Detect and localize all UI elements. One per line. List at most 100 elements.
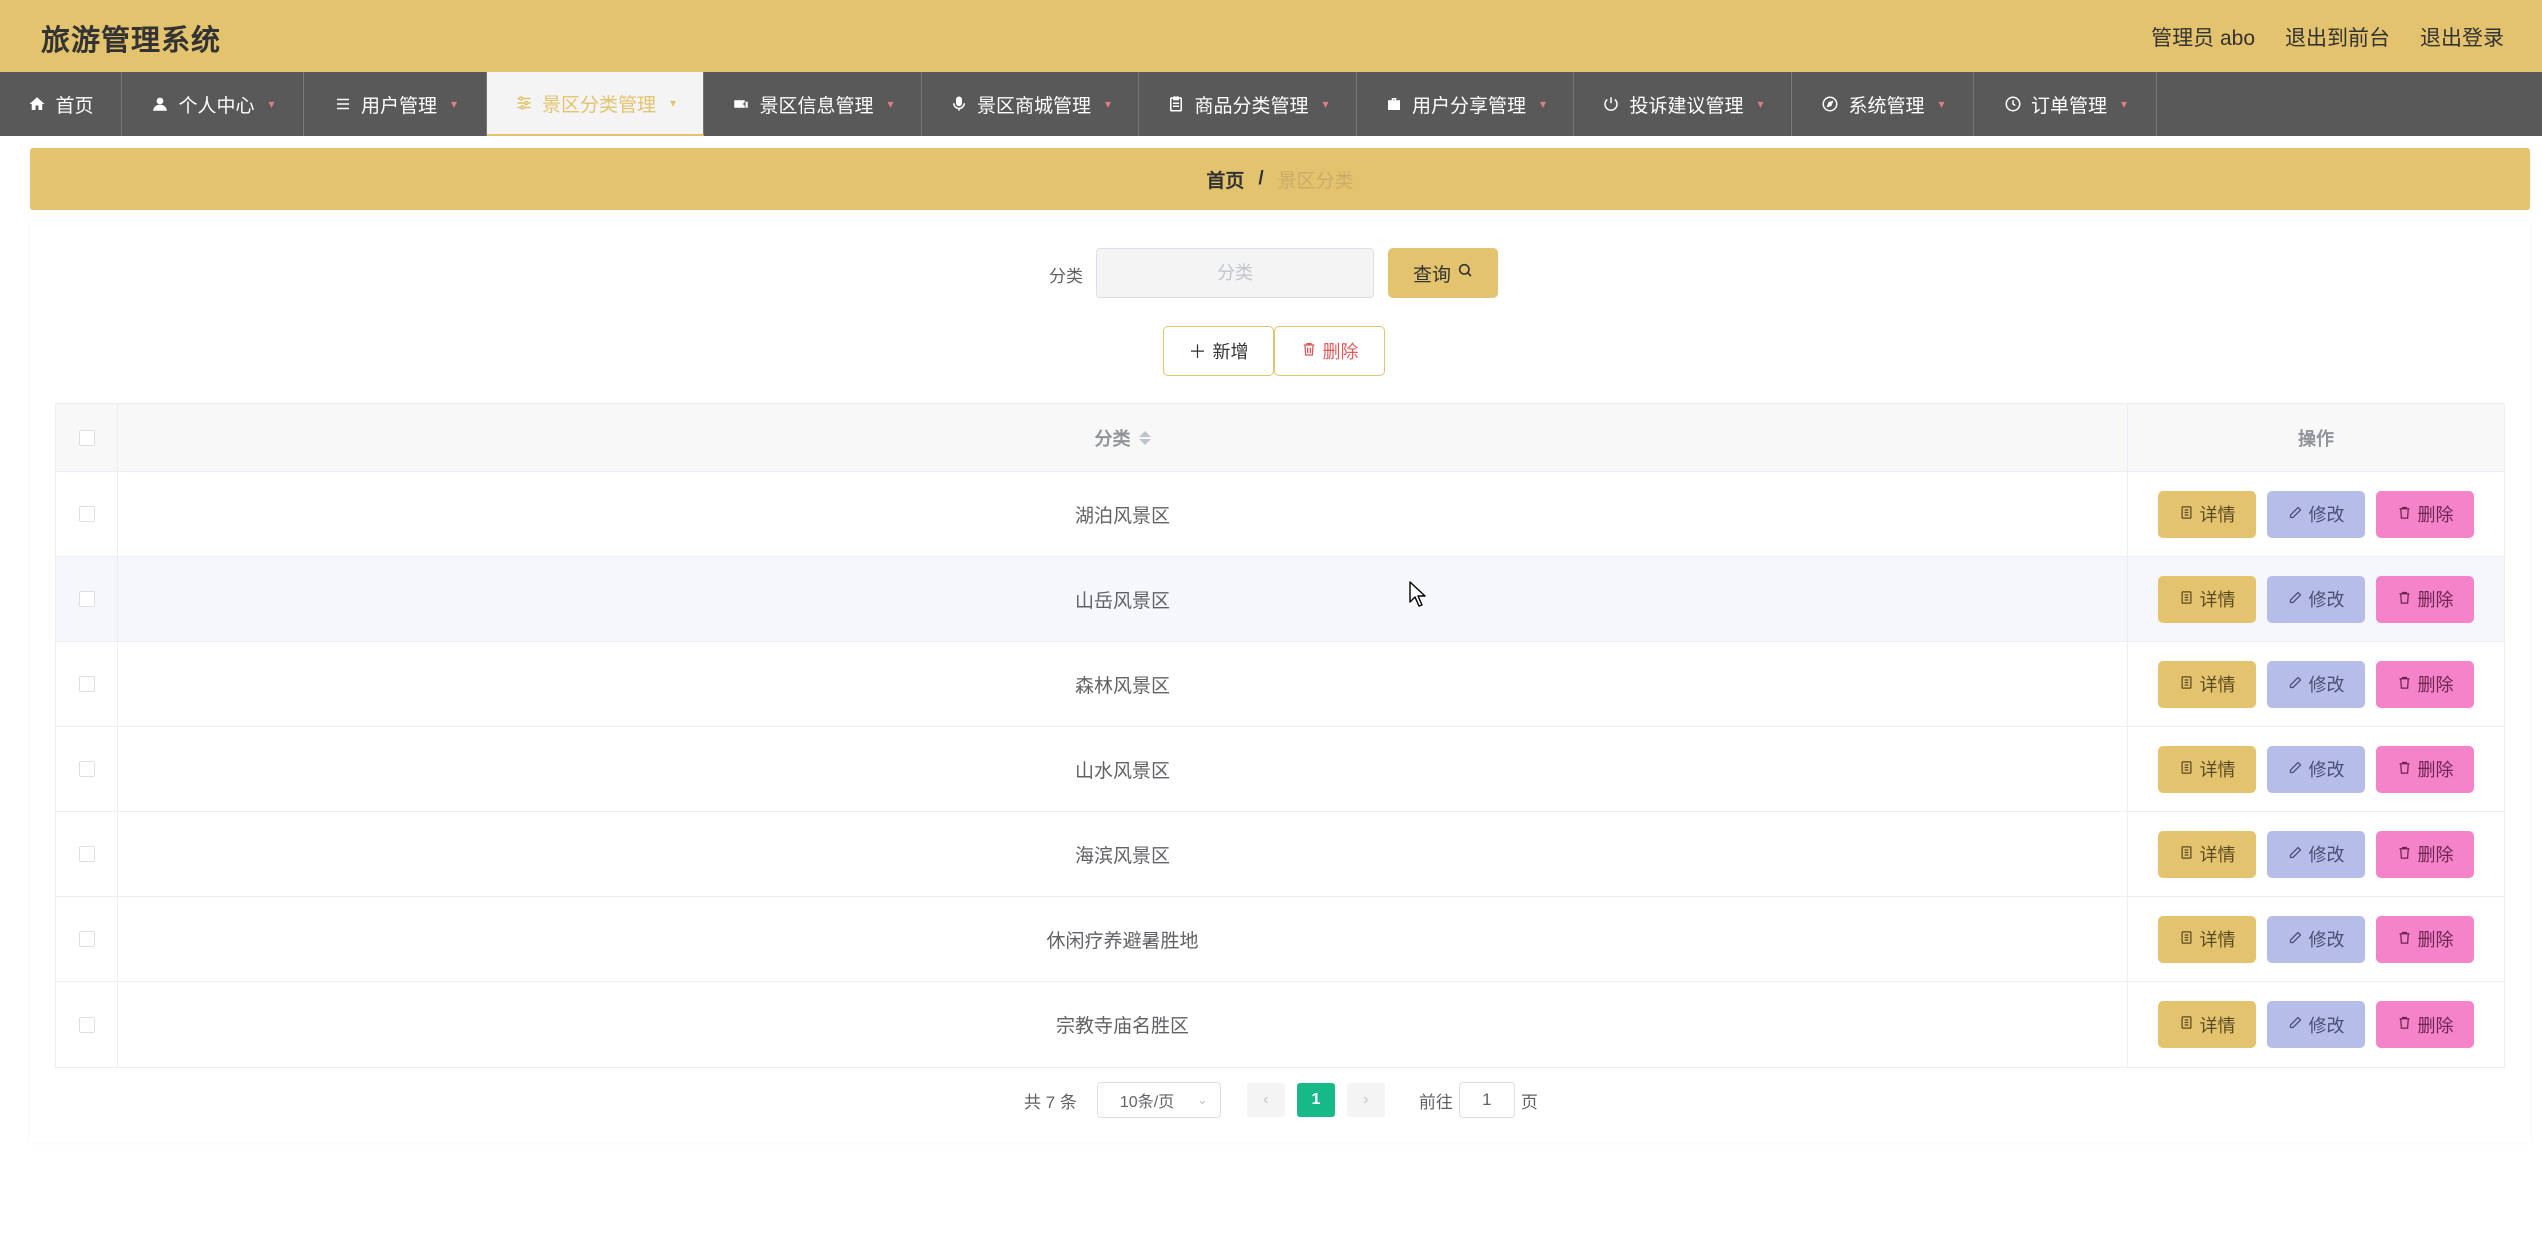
detail-button[interactable]: 详情 [2158,915,2256,963]
detail-button[interactable]: 详情 [2158,575,2256,623]
nav-label: 系统管理 [1848,95,1925,117]
delete-button[interactable]: 删除 [2376,575,2474,623]
detail-label: 详情 [2199,675,2236,695]
edit-button[interactable]: 修改 [2267,915,2365,963]
row-checkbox[interactable] [78,1016,95,1033]
admin-label: 管理员 abo [2151,27,2255,50]
page-size-select[interactable]: 10条/页 ⌄ [1096,1082,1221,1118]
edit-label: 修改 [2308,930,2345,950]
query-button[interactable]: 查询 [1388,248,1498,298]
category-table: 分类 操作 湖泊风景区 详情 修改 删除 山岳风景区 详情 修改 删除 森林风景… [55,403,2505,1068]
detail-button[interactable]: 详情 [2158,1001,2256,1048]
delete-button[interactable]: 删除 [2376,490,2474,538]
power-icon [1601,94,1621,114]
trash-icon [2397,844,2412,865]
row-checkbox[interactable] [78,931,95,947]
detail-label: 详情 [2199,505,2236,525]
batch-delete-button[interactable]: 删除 [1274,326,1385,376]
detail-label: 详情 [2199,760,2236,780]
row-checkbox[interactable] [78,506,95,522]
page-number-button[interactable]: 1 [1296,1083,1335,1117]
row-actions: 详情 修改 删除 [2128,472,2504,556]
document-icon [2179,929,2194,950]
nav-item-personal-center[interactable]: 个人中心 ▾ [122,72,304,136]
detail-button[interactable]: 详情 [2158,830,2256,878]
category-cell: 海滨风景区 [118,812,2128,896]
logout-link[interactable]: 退出登录 [2420,22,2504,52]
delete-button[interactable]: 删除 [2376,660,2474,708]
search-icon [1457,262,1473,284]
nav-item-orders[interactable]: 订单管理 ▾ [1974,72,2157,136]
pencil-icon [2288,759,2303,780]
sort-icon[interactable] [1138,430,1151,445]
edit-button[interactable]: 修改 [2267,1001,2365,1048]
nav-label: 首页 [55,95,94,117]
detail-button[interactable]: 详情 [2158,660,2256,708]
table-header: 分类 操作 [56,404,2504,472]
pencil-icon [2288,674,2303,695]
nav-item-user-share[interactable]: 用户分享管理 ▾ [1357,72,1574,136]
edit-button[interactable]: 修改 [2267,490,2365,538]
row-checkbox[interactable] [78,676,95,692]
trash-icon [2397,1014,2412,1035]
pencil-icon [2288,929,2303,950]
home-icon [27,94,47,114]
goto-page-input[interactable] [1458,1082,1515,1118]
document-icon [2179,844,2194,865]
delete-button[interactable]: 删除 [2376,745,2474,793]
edit-button[interactable]: 修改 [2267,660,2365,708]
delete-label: 删除 [2417,760,2454,780]
breadcrumb-home[interactable]: 首页 [1206,166,1244,193]
main-nav: 首页 个人中心 ▾ 用户管理 ▾ 景区分类管理 ▾ 景区信息管理 ▾ 景区商城管… [0,72,2542,136]
trash-icon [2397,759,2412,780]
delete-button[interactable]: 删除 [2376,830,2474,878]
edit-button[interactable]: 修改 [2267,830,2365,878]
detail-button[interactable]: 详情 [2158,745,2256,793]
category-search-input[interactable] [1096,248,1374,298]
nav-item-complaint[interactable]: 投诉建议管理 ▾ [1574,72,1792,136]
row-checkbox[interactable] [78,846,95,862]
nav-item-home[interactable]: 首页 [0,72,122,136]
breadcrumb-separator: / [1258,168,1264,189]
detail-button[interactable]: 详情 [2158,490,2256,538]
select-all-checkbox[interactable] [78,429,95,446]
document-icon [2179,589,2194,610]
row-check-cell [56,982,118,1067]
row-checkbox[interactable] [78,591,95,607]
edit-label: 修改 [2308,590,2345,610]
nav-item-product-category[interactable]: 商品分类管理 ▾ [1139,72,1357,136]
top-header: 旅游管理系统 管理员 abo 退出到前台 退出登录 [0,0,2542,72]
nav-item-scenic-category[interactable]: 景区分类管理 ▾ [487,72,704,136]
search-label: 分类 [1049,267,1083,286]
table-row: 宗教寺庙名胜区 详情 修改 删除 [56,982,2504,1067]
row-check-cell [56,557,118,641]
pencil-icon [2288,844,2303,865]
edit-button[interactable]: 修改 [2267,575,2365,623]
nav-label: 订单管理 [2030,95,2107,117]
nav-label: 景区分类管理 [541,94,656,116]
page-suffix: 页 [1520,1092,1538,1112]
column-header-category[interactable]: 分类 [118,404,2128,471]
delete-button[interactable]: 删除 [2376,1001,2474,1048]
row-actions: 详情 修改 删除 [2128,982,2504,1067]
edit-label: 修改 [2308,845,2345,865]
chevron-right-icon: › [1363,1091,1369,1108]
nav-item-user-management[interactable]: 用户管理 ▾ [304,72,487,136]
nav-item-scenic-mall[interactable]: 景区商城管理 ▾ [922,72,1139,136]
chevron-down-icon: ▾ [2120,97,2128,111]
delete-label: 删除 [1322,342,1359,362]
nav-item-scenic-info[interactable]: 景区信息管理 ▾ [704,72,922,136]
add-button[interactable]: ＋ 新增 [1163,326,1274,376]
category-cell: 山水风景区 [118,727,2128,811]
prev-page-button[interactable]: ‹ [1246,1083,1285,1117]
table-row: 森林风景区 详情 修改 删除 [56,642,2504,727]
exit-to-front-link[interactable]: 退出到前台 [2285,22,2390,52]
delete-button[interactable]: 删除 [2376,915,2474,963]
nav-item-system[interactable]: 系统管理 ▾ [1792,72,1974,136]
next-page-button[interactable]: › [1346,1083,1385,1117]
row-check-cell [56,642,118,726]
edit-button[interactable]: 修改 [2267,745,2365,793]
briefcase-icon [1384,94,1404,114]
row-checkbox[interactable] [78,761,95,777]
detail-label: 详情 [2199,590,2236,610]
